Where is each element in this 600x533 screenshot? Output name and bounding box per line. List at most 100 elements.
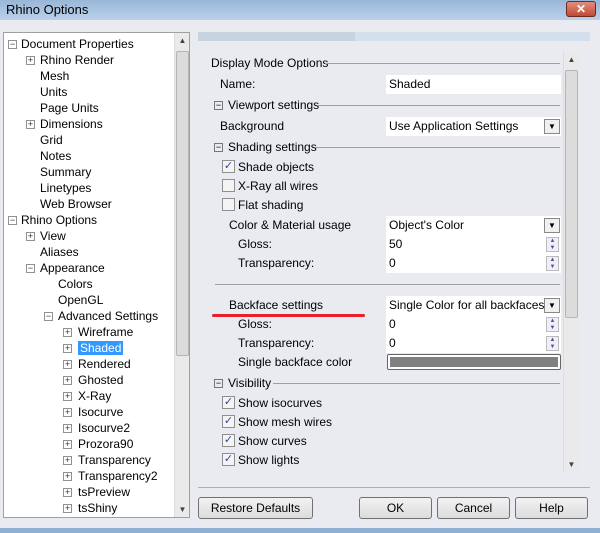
scroll-up-icon[interactable]: ▲ [175,36,189,45]
tree-item[interactable]: X-Ray [78,388,111,404]
collapse-icon[interactable]: − [214,379,223,388]
tree-item[interactable]: Page Units [40,100,99,116]
shade-objects-checkbox[interactable]: ✓ [222,160,235,173]
expand-icon[interactable]: + [63,472,72,481]
options-tree[interactable]: − Document Properties + Rhino Render Mesh Uni… [3,32,190,518]
tree-item-label: tsShiny [78,501,118,515]
spinner-icon[interactable]: ▲ ▼ [546,256,559,271]
tree-item[interactable]: Web Browser [40,196,112,212]
tree-item[interactable]: Document Properties [21,36,134,52]
expand-icon[interactable]: + [26,56,35,65]
tree-item[interactable]: tsShiny [78,500,117,516]
show-mesh-wires-label: Show mesh wires [238,415,333,429]
bf-gloss-stepper[interactable]: 0 ▲ ▼ [386,315,561,334]
transparency-stepper[interactable]: 0 ▲ ▼ [386,254,561,273]
background-select[interactable]: Use Application Settings ▼ [386,117,561,136]
tree-item[interactable]: Wireframe [78,324,133,340]
tree-item[interactable]: Rhino Render [40,52,114,68]
tree-item[interactable]: Ghosted [78,372,123,388]
tree-item-label: Units [40,85,68,99]
expand-icon[interactable]: + [63,360,72,369]
tree-item[interactable]: Dimensions [40,116,103,132]
show-mesh-wires-checkbox[interactable]: ✓ [222,415,235,428]
close-button[interactable]: ✕ [566,1,596,17]
tree-item[interactable]: Shaded [78,340,124,356]
panel-scrollbar[interactable]: ▲ ▼ [563,52,579,472]
show-curves-checkbox[interactable]: ✓ [222,434,235,447]
display-mode-panel: Display Mode Options Name: Shaded − View… [203,52,579,472]
flat-shading-checkbox[interactable] [222,198,235,211]
tree-item[interactable]: View [40,228,66,244]
tree-item[interactable]: Mesh [40,68,69,84]
tree-item-label: Dimensions [40,117,103,131]
tree-item[interactable]: OpenGL [58,292,103,308]
name-input[interactable]: Shaded [386,75,561,94]
tree-item[interactable]: Isocurve [78,404,123,420]
xray-checkbox[interactable] [222,179,235,192]
help-button[interactable]: Help [515,497,588,519]
tree-item[interactable]: Colors [58,276,93,292]
tree-item-label: Notes [40,149,72,163]
scroll-thumb[interactable] [176,51,189,356]
expand-icon[interactable]: + [63,488,72,497]
expand-icon[interactable]: + [63,440,72,449]
expand-icon[interactable]: + [63,424,72,433]
show-lights-checkbox[interactable]: ✓ [222,453,235,466]
tree-item[interactable]: tsPreview [78,484,130,500]
scroll-down-icon[interactable]: ▼ [564,460,579,469]
tree-item[interactable]: Grid [40,132,63,148]
bf-transparency-stepper[interactable]: 0 ▲ ▼ [386,334,561,353]
tree-item[interactable]: Advanced Settings [58,308,158,324]
tree-item[interactable]: Prozora90 [78,436,133,452]
color-usage-select[interactable]: Object's Color ▼ [386,216,561,235]
expand-icon[interactable]: + [63,456,72,465]
tree-item[interactable]: Aliases [40,244,79,260]
spinner-icon[interactable]: ▲ ▼ [546,336,559,351]
title-bar: Rhino Options ✕ [0,0,600,20]
show-isocurves-checkbox[interactable]: ✓ [222,396,235,409]
tree-item-label: Prozora90 [78,437,134,451]
tree-item[interactable]: Transparency2 [78,468,158,484]
collapse-icon[interactable]: − [214,143,223,152]
tree-item[interactable]: Appearance [40,260,105,276]
expand-icon[interactable]: + [63,328,72,337]
chevron-down-icon[interactable]: ▼ [544,298,560,313]
collapse-icon[interactable]: − [214,101,223,110]
tree-item[interactable]: Units [40,84,67,100]
expand-icon[interactable]: + [63,344,72,353]
scroll-down-icon[interactable]: ▼ [175,505,189,514]
spinner-icon[interactable]: ▲ ▼ [546,237,559,252]
ok-button[interactable]: OK [359,497,432,519]
collapse-icon[interactable]: − [8,40,17,49]
collapse-icon[interactable]: − [8,216,17,225]
scroll-up-icon[interactable]: ▲ [564,55,579,64]
restore-defaults-button[interactable]: Restore Defaults [198,497,313,519]
collapse-icon[interactable]: − [44,312,53,321]
show-lights-label: Show lights [238,453,300,467]
tree-item[interactable]: Summary [40,164,91,180]
scroll-thumb[interactable] [565,70,578,318]
tree-item[interactable]: Isocurve2 [78,420,130,436]
tree-item-label: OpenGL [58,293,104,307]
bf-color-swatch[interactable] [387,354,561,370]
expand-icon[interactable]: + [63,376,72,385]
expand-icon[interactable]: + [63,408,72,417]
tree-item[interactable]: Linetypes [40,180,91,196]
expand-icon[interactable]: + [26,232,35,241]
expand-icon[interactable]: + [63,392,72,401]
spinner-icon[interactable]: ▲ ▼ [546,317,559,332]
tree-item[interactable]: Rhino Options [21,212,97,228]
collapse-icon[interactable]: − [26,264,35,273]
tree-item[interactable]: Rendered [78,356,131,372]
backface-select[interactable]: Single Color for all backfaces ▼ [386,296,561,315]
chevron-down-icon[interactable]: ▼ [544,119,560,134]
expand-icon[interactable]: + [26,120,35,129]
shade-objects-label: Shade objects [238,160,315,174]
tree-item[interactable]: Transparency [78,452,151,468]
tree-item[interactable]: Notes [40,148,71,164]
chevron-down-icon[interactable]: ▼ [544,218,560,233]
gloss-stepper[interactable]: 50 ▲ ▼ [386,235,561,254]
cancel-button[interactable]: Cancel [437,497,510,519]
expand-icon[interactable]: + [63,504,72,513]
tree-scrollbar[interactable]: ▲ ▼ [174,33,189,517]
